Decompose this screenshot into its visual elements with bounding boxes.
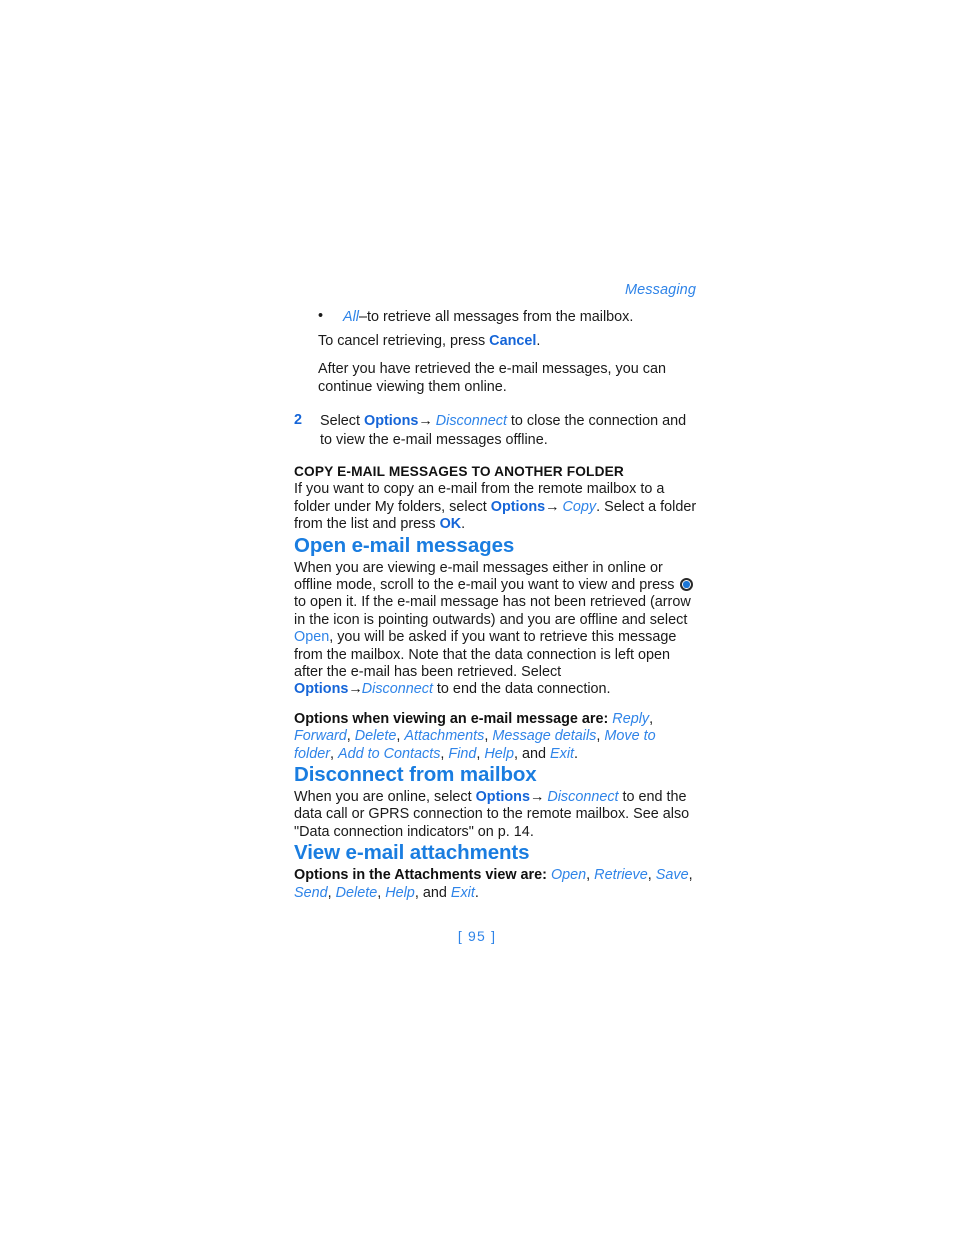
menu-item-add-to-contacts: Add to Contacts bbox=[338, 745, 441, 762]
menu-item-open: Open bbox=[550, 867, 587, 884]
bullet-item-text: All–to retrieve all messages from the ma… bbox=[343, 309, 633, 325]
subsection-heading-copy: COPY E-MAIL MESSAGES TO ANOTHER FOLDER bbox=[294, 463, 624, 479]
open-p1-a: When you are viewing e-mail messages eit… bbox=[294, 559, 679, 593]
menu-item-send: Send bbox=[294, 884, 328, 901]
manual-page: Messaging • All–to retrieve all messages… bbox=[0, 0, 954, 1235]
options-lead-in: Options when viewing an e-mail message a… bbox=[294, 710, 613, 727]
after-retrieval-paragraph: After you have retrieved the e-mail mess… bbox=[318, 361, 666, 395]
menu-item-delete: Delete bbox=[354, 728, 397, 745]
bullet-marker: • bbox=[318, 308, 324, 324]
menu-item-disconnect: Disconnect bbox=[435, 413, 507, 430]
disconnect-paragraph: When you are online, select Options→ Dis… bbox=[294, 789, 698, 841]
arrow-icon: → bbox=[529, 789, 544, 806]
ui-term-all: All bbox=[343, 309, 359, 325]
arrow-icon: → bbox=[348, 681, 362, 698]
menu-item-reply: Reply bbox=[612, 710, 650, 727]
menu-options: Options bbox=[490, 498, 546, 515]
menu-item-forward: Forward bbox=[294, 728, 347, 745]
menu-item-exit: Exit bbox=[450, 884, 475, 901]
scroll-key-icon bbox=[679, 577, 693, 591]
open-options-and: , and bbox=[514, 745, 551, 762]
open-p1-b: to open it. If the e-mail message has no… bbox=[294, 594, 691, 628]
list-separator: , bbox=[647, 867, 656, 884]
menu-item-exit: Exit bbox=[550, 745, 575, 762]
menu-item-attachments: Attachments bbox=[404, 728, 485, 745]
section-heading-attachments: View e-mail attachments bbox=[294, 841, 530, 865]
menu-item-disconnect: Disconnect bbox=[361, 681, 433, 698]
copy-subsection-paragraph: If you want to copy an e-mail from the r… bbox=[294, 481, 698, 533]
arrow-icon: → bbox=[418, 413, 432, 430]
disconnect-p1-a: When you are online, select bbox=[294, 789, 476, 806]
numbered-step-2: 2 Select Options→ Disconnect to close th… bbox=[294, 412, 698, 449]
softkey-ok: OK bbox=[439, 516, 462, 533]
list-separator: , bbox=[649, 710, 654, 727]
bullet-dash: – bbox=[359, 309, 368, 325]
menu-item-disconnect: Disconnect bbox=[547, 789, 619, 806]
cancel-suffix: . bbox=[536, 332, 541, 349]
list-separator: , bbox=[346, 728, 355, 745]
step-text-before: Select bbox=[320, 413, 364, 430]
bullet-item-body: to retrieve all messages from the mailbo… bbox=[367, 309, 634, 325]
open-options-end: . bbox=[574, 745, 579, 762]
list-separator: , bbox=[586, 867, 595, 884]
copy-text-3: . bbox=[461, 516, 466, 533]
open-p1-d: to end the data connection. bbox=[432, 681, 611, 698]
menu-item-copy: Copy bbox=[562, 498, 597, 515]
attachments-end: . bbox=[474, 884, 479, 901]
step-number: 2 bbox=[294, 412, 303, 429]
menu-item-save: Save bbox=[655, 867, 689, 884]
running-header: Messaging bbox=[624, 282, 696, 298]
list-separator: , bbox=[327, 884, 336, 901]
menu-item-find: Find bbox=[448, 745, 477, 762]
cancel-instruction: To cancel retrieving, press Cancel. bbox=[294, 333, 698, 350]
section-heading-disconnect: Disconnect from mailbox bbox=[294, 763, 537, 787]
attachments-lead-in: Options in the Attachments view are: bbox=[294, 867, 551, 884]
menu-options: Options bbox=[294, 681, 349, 698]
attachments-options-paragraph: Options in the Attachments view are: Ope… bbox=[294, 867, 698, 902]
section-heading-open-email: Open e-mail messages bbox=[294, 533, 515, 557]
arrow-icon: → bbox=[545, 498, 559, 515]
menu-item-open: Open bbox=[294, 629, 330, 646]
step-text: Select Options→ Disconnect to close the … bbox=[320, 413, 686, 447]
open-email-options-paragraph: Options when viewing an e-mail message a… bbox=[294, 711, 698, 763]
page-number: [ 95 ] bbox=[457, 928, 497, 944]
menu-options: Options bbox=[475, 789, 530, 806]
open-p1-c: , you will be asked if you want to retri… bbox=[294, 629, 677, 680]
menu-item-help: Help bbox=[385, 884, 415, 901]
menu-options: Options bbox=[364, 413, 419, 430]
text-column: • All–to retrieve all messages from the … bbox=[294, 308, 698, 902]
menu-item-message-details: Message details bbox=[492, 728, 597, 745]
list-separator: , bbox=[688, 867, 693, 884]
softkey-cancel: Cancel bbox=[489, 332, 537, 349]
open-email-paragraph-1: When you are viewing e-mail messages eit… bbox=[294, 560, 698, 699]
cancel-prefix: To cancel retrieving, press bbox=[318, 332, 490, 349]
menu-item-help: Help bbox=[484, 745, 515, 762]
menu-item-delete: Delete bbox=[335, 884, 378, 901]
bullet-list-item: • All–to retrieve all messages from the … bbox=[294, 308, 698, 326]
menu-item-retrieve: Retrieve bbox=[594, 867, 648, 884]
attachments-and: , and bbox=[414, 884, 451, 901]
list-separator: , bbox=[330, 745, 338, 762]
